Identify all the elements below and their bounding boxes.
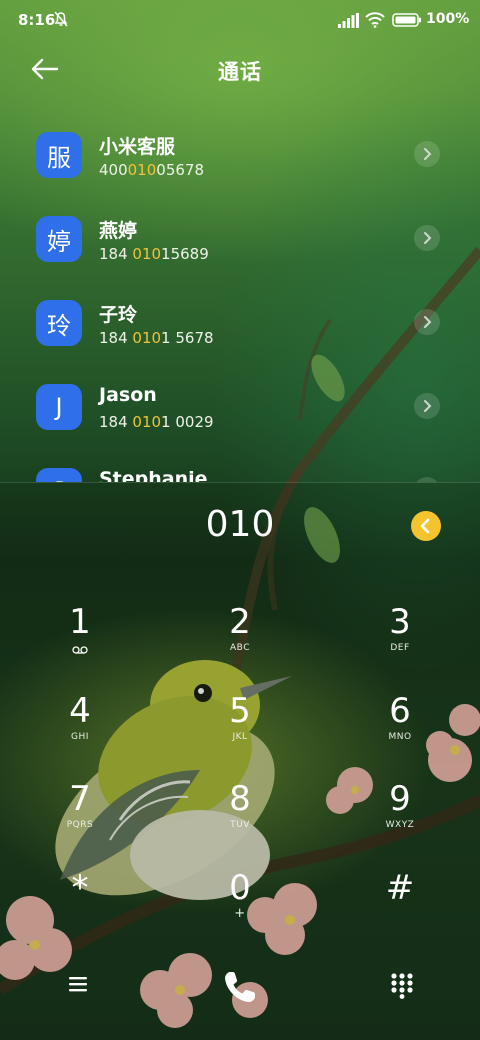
contact-number: 184 0101 5678	[99, 329, 214, 347]
header: 通话	[0, 42, 480, 98]
key-letters: JKL	[232, 732, 248, 742]
contact-row[interactable]: J Jason 184 0101 0029	[0, 364, 480, 448]
key-letters: TUV	[230, 820, 250, 830]
key-9[interactable]: 9 WXYZ	[340, 775, 460, 855]
chevron-right-icon	[424, 400, 432, 412]
detail-button[interactable]	[414, 225, 440, 251]
detail-button[interactable]	[414, 309, 440, 335]
avatar: 婷	[36, 216, 82, 262]
contact-row[interactable]: S Stephanie	[0, 448, 480, 482]
key-digit: 2	[229, 602, 251, 642]
key-hash[interactable]: #	[340, 864, 460, 944]
key-2[interactable]: 2 ABC	[180, 598, 300, 678]
dialpad-icon[interactable]	[389, 971, 415, 999]
contact-name: 燕婷	[99, 220, 138, 242]
contact-row[interactable]: 玲 子玲 184 0101 5678	[0, 280, 480, 364]
key-5[interactable]: 5 JKL	[180, 687, 300, 767]
key-3[interactable]: 3 DEF	[340, 598, 460, 678]
detail-button[interactable]	[414, 393, 440, 419]
key-letters: PQRS	[66, 820, 94, 830]
contact-number: 184 0101 0029	[99, 413, 214, 431]
key-digit: 1	[69, 602, 91, 642]
chevron-right-icon	[424, 316, 432, 328]
signal-icon	[338, 13, 359, 28]
key-digit: *	[71, 868, 89, 908]
key-letters: GHI	[71, 732, 89, 742]
detail-button[interactable]	[414, 141, 440, 167]
dialed-number: 010	[205, 504, 275, 545]
contact-number: 40001005678	[99, 161, 204, 179]
key-letters: +	[234, 906, 246, 921]
avatar: 服	[36, 132, 82, 178]
key-digit: 3	[389, 602, 411, 642]
key-4[interactable]: 4 GHI	[20, 687, 140, 767]
key-6[interactable]: 6 MNO	[340, 687, 460, 767]
contact-name: Jason	[99, 384, 157, 406]
key-7[interactable]: 7 PQRS	[20, 775, 140, 855]
call-icon[interactable]	[219, 966, 261, 1008]
voicemail-icon	[72, 646, 88, 654]
avatar: S	[36, 468, 82, 482]
avatar: 玲	[36, 300, 82, 346]
key-letters: MNO	[388, 732, 412, 742]
key-digit: 4	[69, 691, 91, 731]
key-digit: 6	[389, 691, 411, 731]
key-digit: #	[385, 868, 415, 908]
key-digit: 7	[69, 779, 91, 819]
key-digit: 5	[229, 691, 251, 731]
contact-row[interactable]: 婷 燕婷 184 01015689	[0, 196, 480, 280]
contact-name: Stephanie	[99, 468, 208, 482]
chevron-right-icon	[424, 148, 432, 160]
key-0[interactable]: 0 +	[180, 864, 300, 944]
mute-bell-icon	[54, 11, 68, 27]
contact-list: 服 小米客服 40001005678 婷 燕婷 184 01015689 玲 子…	[0, 112, 480, 482]
key-digit: 9	[389, 779, 411, 819]
key-letters: ABC	[230, 643, 250, 653]
contact-name: 子玲	[99, 304, 138, 326]
backspace-icon	[420, 518, 430, 534]
battery-icon	[392, 13, 421, 27]
contact-number: 184 01015689	[99, 245, 209, 263]
battery-percent: 100%	[426, 11, 470, 27]
wifi-icon	[365, 12, 385, 28]
contact-name: 小米客服	[99, 136, 176, 158]
key-letters: WXYZ	[385, 820, 415, 830]
key-star[interactable]: *	[20, 864, 140, 944]
key-letters: DEF	[390, 643, 410, 653]
key-digit: 8	[229, 779, 251, 819]
menu-icon[interactable]	[64, 970, 92, 998]
page-title: 通话	[218, 60, 262, 84]
key-1[interactable]: 1	[20, 598, 140, 678]
backspace-button[interactable]	[411, 511, 441, 541]
status-bar: 8:16 100%	[0, 0, 480, 42]
key-8[interactable]: 8 TUV	[180, 775, 300, 855]
key-digit: 0	[229, 868, 251, 908]
chevron-right-icon	[424, 232, 432, 244]
contact-row[interactable]: 服 小米客服 40001005678	[0, 112, 480, 196]
status-time: 8:16	[18, 11, 56, 29]
avatar: J	[36, 384, 82, 430]
